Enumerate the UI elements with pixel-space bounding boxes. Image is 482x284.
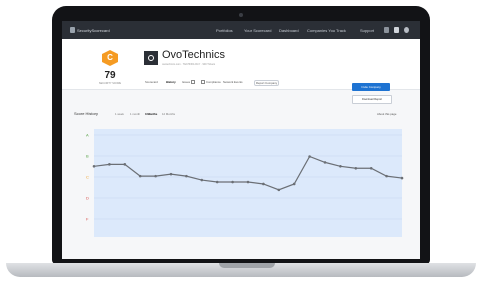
tab-issues[interactable]: Issues	[182, 80, 196, 85]
security-score: 79	[104, 70, 116, 81]
data-point	[323, 161, 327, 164]
data-point	[169, 172, 173, 176]
data-point	[215, 180, 219, 184]
nav-portfolios[interactable]: Portfolios	[216, 28, 233, 33]
grid-icon[interactable]	[384, 27, 389, 33]
top-nav: SecurityScorecard Portfolios Your Scorec…	[62, 21, 420, 39]
data-point	[185, 174, 188, 178]
data-point	[262, 182, 265, 186]
laptop-lid: SecurityScorecard Portfolios Your Scorec…	[52, 6, 430, 264]
data-point	[108, 163, 111, 166]
score-label: SECURITY SCORE	[98, 82, 122, 85]
download-report-button[interactable]: Download Report	[352, 95, 392, 104]
score-history-chart: A B C D F	[86, 129, 404, 237]
user-icon[interactable]	[404, 27, 409, 33]
data-point	[138, 174, 142, 178]
tab-compliance[interactable]: Compliance	[201, 80, 221, 85]
tab-scorecard[interactable]: Scorecard	[145, 80, 158, 84]
data-point	[246, 180, 250, 184]
grade-axis-label: D	[86, 196, 89, 201]
range-1-week[interactable]: 1 week	[115, 112, 124, 116]
nav-your-scorecard[interactable]: Your Scorecard	[244, 28, 271, 33]
tab-issues-label: Issues	[182, 80, 191, 84]
grade-axis-label: C	[86, 175, 89, 180]
data-point	[369, 166, 373, 170]
data-point	[154, 174, 157, 178]
checkbox-icon	[190, 80, 195, 85]
data-point	[385, 174, 388, 178]
laptop-base	[6, 263, 476, 277]
nav-support[interactable]: Support	[360, 28, 374, 33]
flag-icon[interactable]	[394, 27, 399, 33]
tab-history[interactable]: History	[166, 80, 176, 84]
section-title: Score History	[74, 111, 99, 116]
brand-logo-icon	[70, 27, 75, 33]
nav-companies-you-track[interactable]: Companies You Track	[307, 28, 346, 33]
tab-network-events[interactable]: Network Events	[223, 80, 243, 84]
tab-report-company[interactable]: Report Company	[254, 80, 280, 86]
screen: SecurityScorecard Portfolios Your Scorec…	[62, 21, 420, 259]
lid-notch	[219, 263, 275, 268]
checkbox-icon	[201, 80, 205, 85]
data-point	[339, 165, 342, 168]
about-this-page-link[interactable]: About this page	[377, 112, 396, 116]
data-point	[200, 178, 204, 182]
company-name: OvoTechnics	[162, 49, 225, 61]
range-3-months[interactable]: 3 Months	[145, 112, 157, 116]
company-header: C 79 SECURITY SCORE OvoTechnics ovotechn…	[62, 39, 420, 104]
data-point	[292, 182, 296, 186]
brand-name[interactable]: SecurityScorecard	[77, 28, 110, 33]
range-12-months[interactable]: 12 Months	[162, 112, 175, 116]
data-point	[400, 176, 404, 180]
tab-compliance-label: Compliance	[206, 80, 221, 84]
data-point	[277, 188, 281, 192]
nav-dashboard[interactable]: Dashboard	[279, 28, 299, 33]
invite-company-button[interactable]: Invite Company	[352, 83, 390, 91]
range-1-month[interactable]: 1 month	[130, 112, 140, 116]
grade-axis-label: F	[86, 217, 89, 222]
grade-badge: C	[102, 50, 118, 66]
data-point	[92, 165, 96, 168]
data-point	[308, 155, 311, 158]
data-point	[231, 180, 234, 184]
company-logo-icon	[144, 51, 158, 65]
camera-dot	[239, 13, 243, 17]
data-point	[354, 166, 358, 170]
grade-axis-label: A	[86, 133, 89, 138]
company-meta: ovotechnics.com · TECHNOLOGY · 900 Ticke…	[162, 63, 216, 66]
data-point	[123, 163, 127, 166]
grade-axis-label: B	[86, 154, 89, 159]
